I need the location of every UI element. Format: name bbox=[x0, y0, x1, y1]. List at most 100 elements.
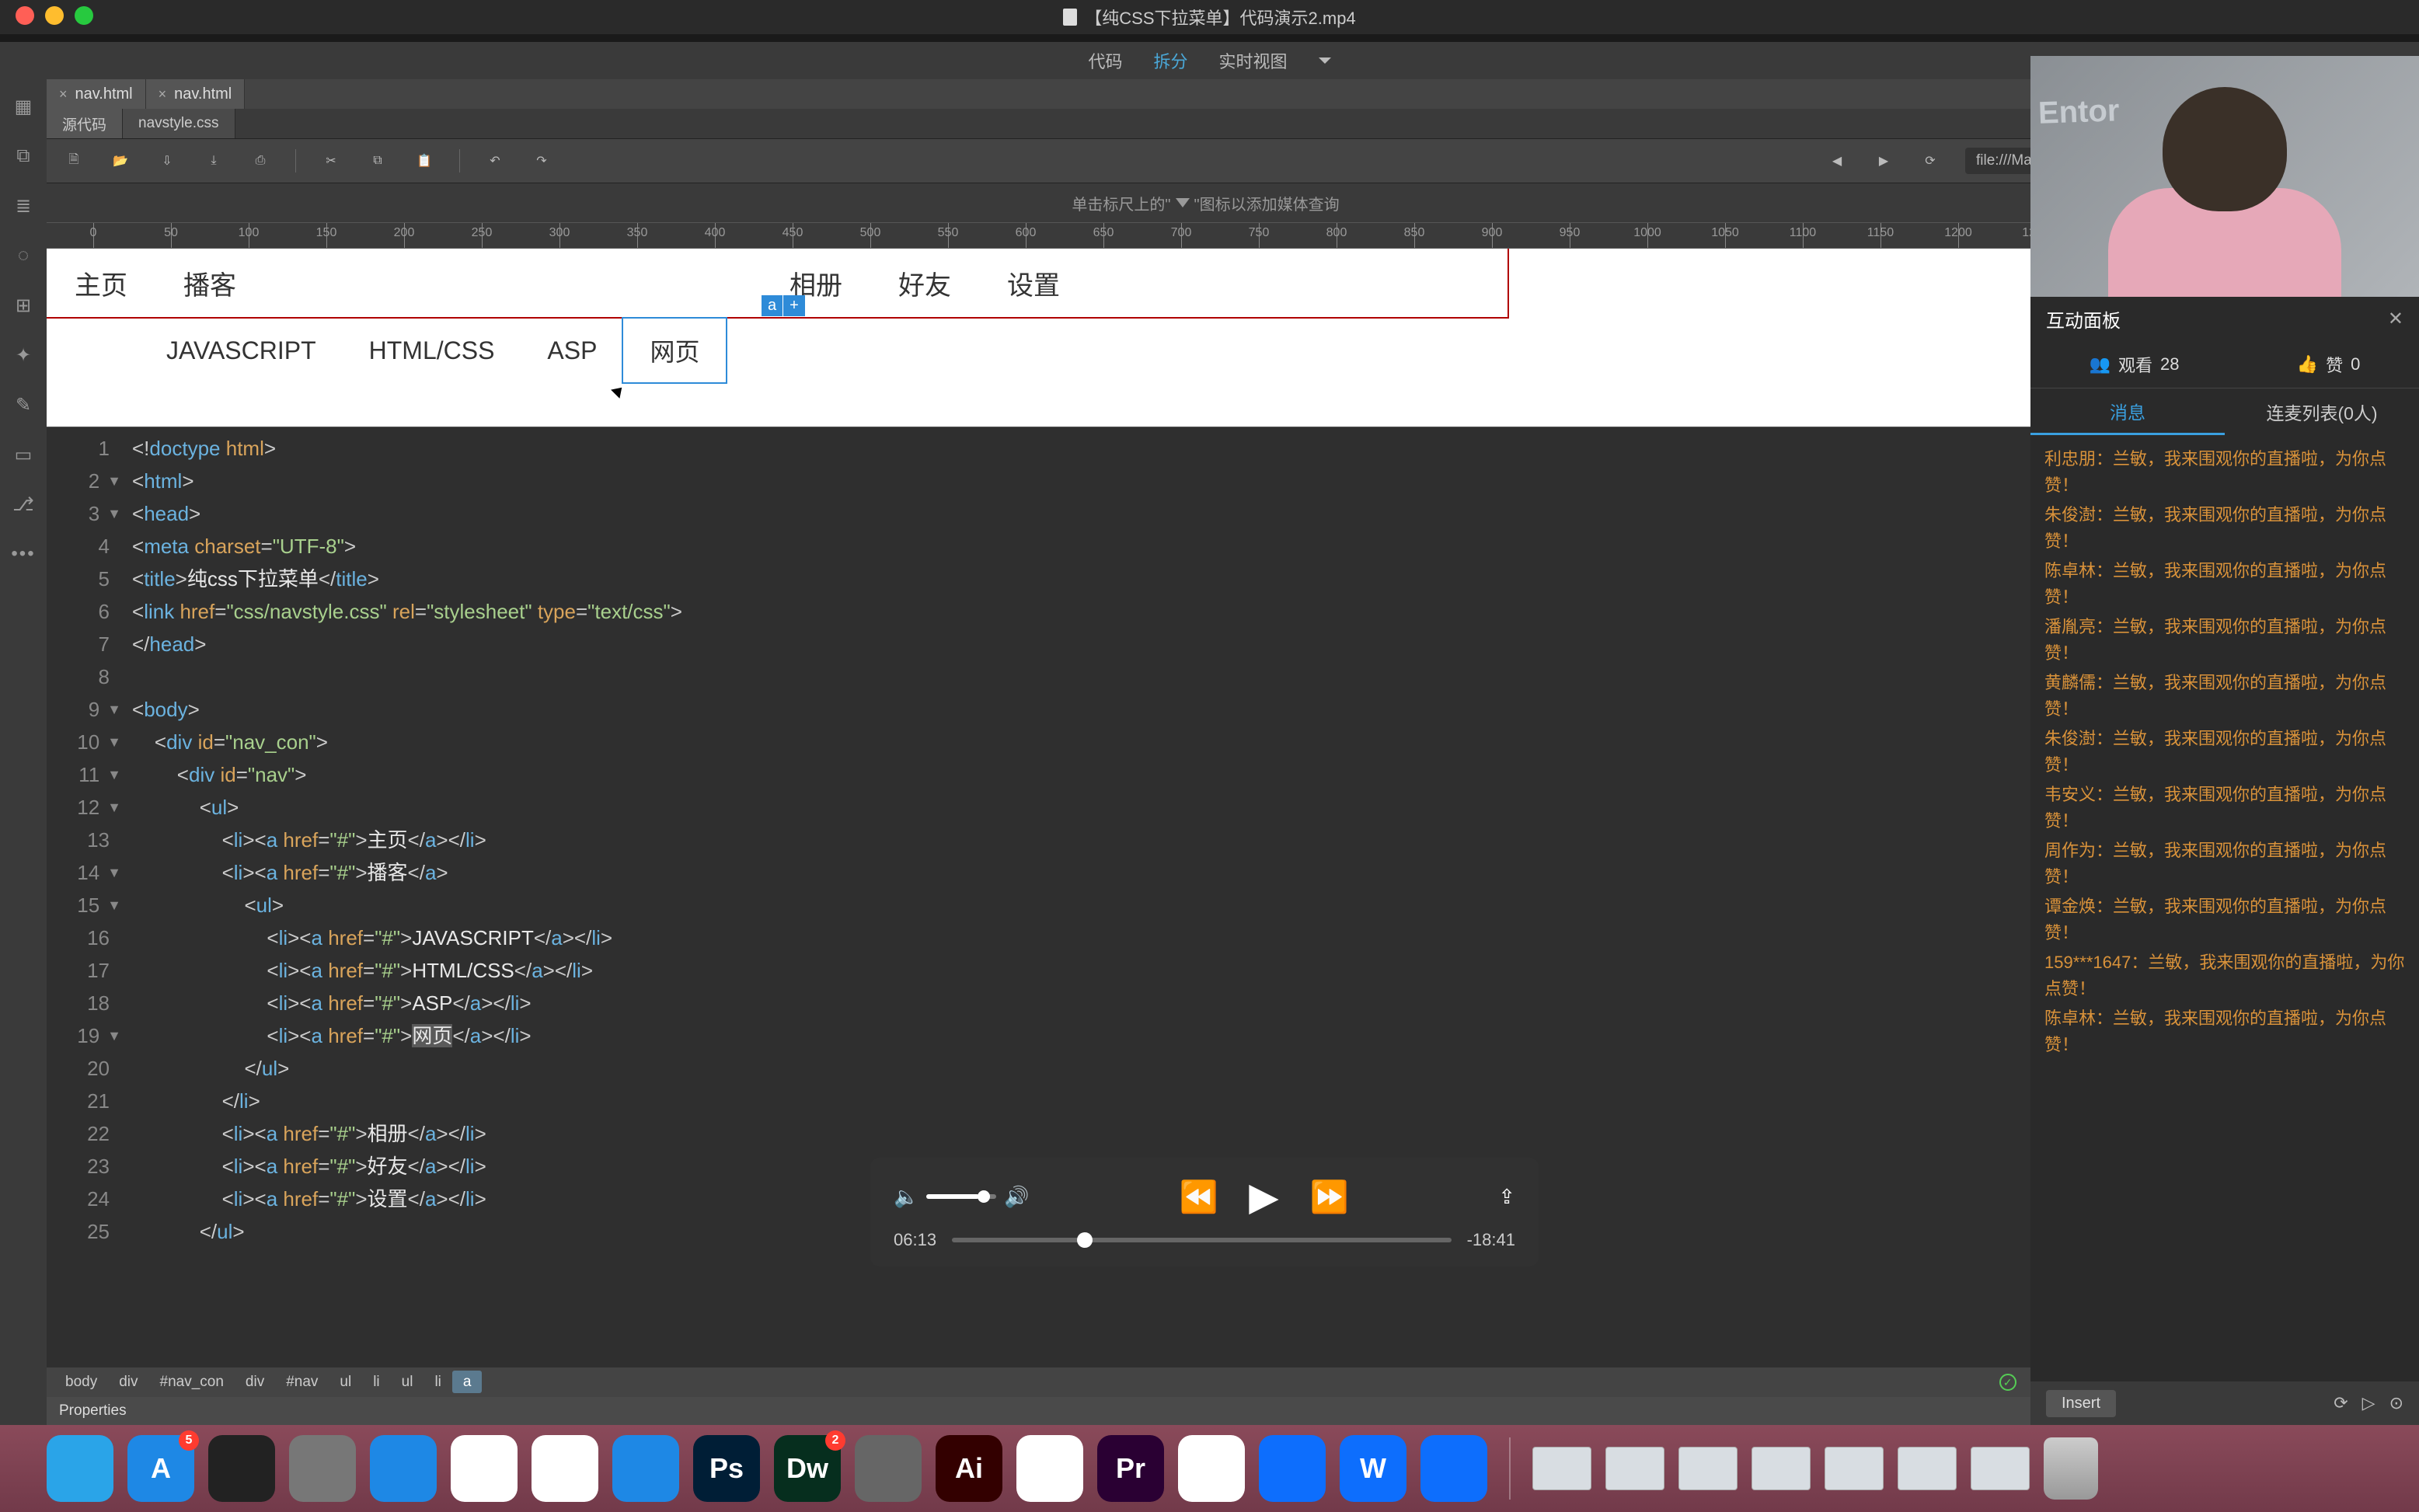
line-number[interactable]: 7 bbox=[47, 628, 121, 660]
dock-recent-window[interactable] bbox=[1752, 1447, 1811, 1490]
line-number[interactable]: 23 bbox=[47, 1150, 121, 1183]
live-preview-pane[interactable]: 主页播客相册好友设置 a + JAVASCRIPTHTML/CSSASP网页 bbox=[47, 249, 2365, 427]
dock-app-illustrator[interactable]: Ai bbox=[936, 1435, 1002, 1502]
save-icon[interactable]: ⤓ bbox=[202, 149, 225, 172]
dock-app-appstore[interactable]: A5 bbox=[127, 1435, 194, 1502]
open-folder-icon[interactable]: 📂 bbox=[109, 149, 132, 172]
breadcrumb-item[interactable]: li bbox=[423, 1371, 451, 1393]
css-icon[interactable]: ◌ bbox=[12, 244, 35, 267]
breadcrumb-item[interactable]: #nav bbox=[275, 1371, 329, 1393]
breadcrumb-item[interactable]: div bbox=[108, 1371, 148, 1393]
line-number[interactable]: 22 bbox=[47, 1117, 121, 1150]
close-dot[interactable] bbox=[16, 6, 34, 25]
volume-slider[interactable] bbox=[926, 1194, 996, 1199]
dom-icon[interactable]: ⊞ bbox=[12, 294, 35, 317]
nav-item[interactable]: 好友 bbox=[870, 264, 979, 302]
paste-icon[interactable]: 📋 bbox=[413, 149, 436, 172]
badge-plus-icon[interactable]: + bbox=[783, 295, 805, 316]
line-number[interactable]: 15▼ bbox=[47, 889, 121, 921]
dock-app-teamviewer[interactable] bbox=[1259, 1435, 1326, 1502]
subnav-item[interactable]: 网页 bbox=[623, 319, 726, 382]
sub-tab[interactable]: 源代码 bbox=[47, 109, 123, 138]
insert-button[interactable]: Insert bbox=[2046, 1390, 2116, 1417]
download-icon[interactable]: ⇩ bbox=[155, 149, 179, 172]
new-file-icon[interactable]: 🗎 bbox=[62, 149, 85, 172]
breadcrumb-item[interactable]: body bbox=[54, 1371, 108, 1393]
breadcrumb-item[interactable]: ul bbox=[391, 1371, 424, 1393]
close-icon[interactable]: ✕ bbox=[2388, 308, 2403, 330]
undo-icon[interactable]: ↶ bbox=[483, 149, 507, 172]
line-number[interactable]: 21 bbox=[47, 1085, 121, 1117]
play-icon[interactable]: ▷ bbox=[2362, 1393, 2375, 1413]
dock-app-keynote[interactable] bbox=[612, 1435, 679, 1502]
line-number[interactable]: 14▼ bbox=[47, 856, 121, 889]
snippets-icon[interactable]: ▭ bbox=[12, 443, 35, 466]
dock-app-qq[interactable] bbox=[532, 1435, 598, 1502]
line-number[interactable]: 2▼ bbox=[47, 465, 121, 497]
play-button[interactable]: ▶ bbox=[1249, 1174, 1278, 1219]
dock-recent-window[interactable] bbox=[1678, 1447, 1738, 1490]
line-number[interactable]: 5 bbox=[47, 563, 121, 595]
video-player-controls[interactable]: 🔈 🔊 ⏪ ▶ ⏩ ⇪ 06:13 -18:41 bbox=[870, 1158, 1539, 1266]
dock-app-preferences[interactable] bbox=[855, 1435, 922, 1502]
dock-app-photoshop[interactable]: Ps bbox=[693, 1435, 760, 1502]
chevron-down-icon[interactable] bbox=[1319, 57, 1331, 64]
likes-stat[interactable]: 👍 赞 0 bbox=[2297, 352, 2361, 377]
element-tag-badge[interactable]: a + bbox=[762, 295, 805, 316]
line-number[interactable]: 20 bbox=[47, 1052, 121, 1085]
more-icon[interactable]: ••• bbox=[12, 542, 35, 566]
share-icon[interactable]: ⇪ bbox=[1498, 1185, 1515, 1209]
close-tab-icon[interactable]: × bbox=[159, 86, 167, 103]
nav-item[interactable]: 设置 bbox=[979, 264, 1088, 302]
forward-icon[interactable]: ▶ bbox=[1872, 149, 1895, 172]
dock-recent-window[interactable] bbox=[1825, 1447, 1884, 1490]
breadcrumb-item[interactable]: a bbox=[452, 1371, 483, 1393]
mode-split[interactable]: 拆分 bbox=[1153, 48, 1187, 73]
dock-recent-window[interactable] bbox=[1971, 1447, 2030, 1490]
line-number[interactable]: 11▼ bbox=[47, 758, 121, 791]
mac-traffic-lights-outer[interactable] bbox=[16, 6, 93, 25]
tab-queue[interactable]: 连麦列表(0人) bbox=[2225, 388, 2419, 435]
fast-forward-button[interactable]: ⏩ bbox=[1310, 1179, 1349, 1215]
line-number[interactable]: 13 bbox=[47, 824, 121, 856]
nav-item[interactable]: 播客 bbox=[155, 264, 264, 302]
behaviors-icon[interactable]: ✦ bbox=[12, 343, 35, 367]
line-number[interactable]: 18 bbox=[47, 987, 121, 1019]
line-number[interactable]: 24 bbox=[47, 1183, 121, 1215]
record-icon[interactable]: ⊙ bbox=[2389, 1393, 2403, 1413]
line-number[interactable]: 12▼ bbox=[47, 791, 121, 824]
refresh-icon[interactable]: ⟳ bbox=[1919, 149, 1942, 172]
dock-app-dreamweaver[interactable]: Dw2 bbox=[774, 1435, 841, 1502]
chat-message-list[interactable]: 利忠朋：兰敏，我来围观你的直播啦，为你点赞！朱俊澍：兰敏，我来围观你的直播啦，为… bbox=[2030, 435, 2419, 1425]
volume-high-icon[interactable]: 🔊 bbox=[1004, 1185, 1029, 1209]
file-tab[interactable]: ×nav.html bbox=[47, 79, 146, 109]
tab-messages[interactable]: 消息 bbox=[2030, 388, 2225, 435]
dock-app-siri[interactable] bbox=[208, 1435, 275, 1502]
close-tab-icon[interactable]: × bbox=[59, 86, 68, 103]
dock-app-wps[interactable]: W bbox=[1340, 1435, 1406, 1502]
copy-icon[interactable]: ⧉ bbox=[366, 149, 389, 172]
ruler[interactable]: 0501001502002503003504004505005506006507… bbox=[47, 222, 2365, 249]
breadcrumb-item[interactable]: li bbox=[362, 1371, 390, 1393]
dock-recent-window[interactable] bbox=[1532, 1447, 1591, 1490]
breadcrumb-item[interactable]: div bbox=[235, 1371, 275, 1393]
dock-app-feishu[interactable] bbox=[1420, 1435, 1487, 1502]
validation-ok-icon[interactable]: ✓ bbox=[1999, 1374, 2016, 1391]
line-number[interactable]: 19▼ bbox=[47, 1019, 121, 1052]
macos-dock[interactable]: A5PsDw2AiPrW bbox=[0, 1425, 2419, 1512]
cut-icon[interactable]: ✂ bbox=[319, 149, 343, 172]
line-number[interactable]: 1 bbox=[47, 432, 121, 465]
volume-low-icon[interactable]: 🔈 bbox=[894, 1185, 918, 1209]
dock-app-wechat[interactable] bbox=[451, 1435, 518, 1502]
dock-app-safari[interactable] bbox=[370, 1435, 437, 1502]
line-number[interactable]: 8 bbox=[47, 660, 121, 693]
volume-control[interactable]: 🔈 🔊 bbox=[894, 1185, 1030, 1209]
file-icon[interactable]: ▦ bbox=[12, 95, 35, 118]
subnav-item[interactable]: HTML/CSS bbox=[343, 322, 521, 379]
line-number-gutter[interactable]: 1 2▼3▼4 5 6 7 8 9▼10▼11▼12▼13 14▼15▼16 1… bbox=[47, 427, 132, 1367]
line-number[interactable]: 10▼ bbox=[47, 726, 121, 758]
scrubber[interactable] bbox=[952, 1238, 1452, 1242]
breadcrumb-item[interactable]: #nav_con bbox=[149, 1371, 235, 1393]
line-number[interactable]: 3▼ bbox=[47, 497, 121, 530]
line-number[interactable]: 4 bbox=[47, 530, 121, 563]
